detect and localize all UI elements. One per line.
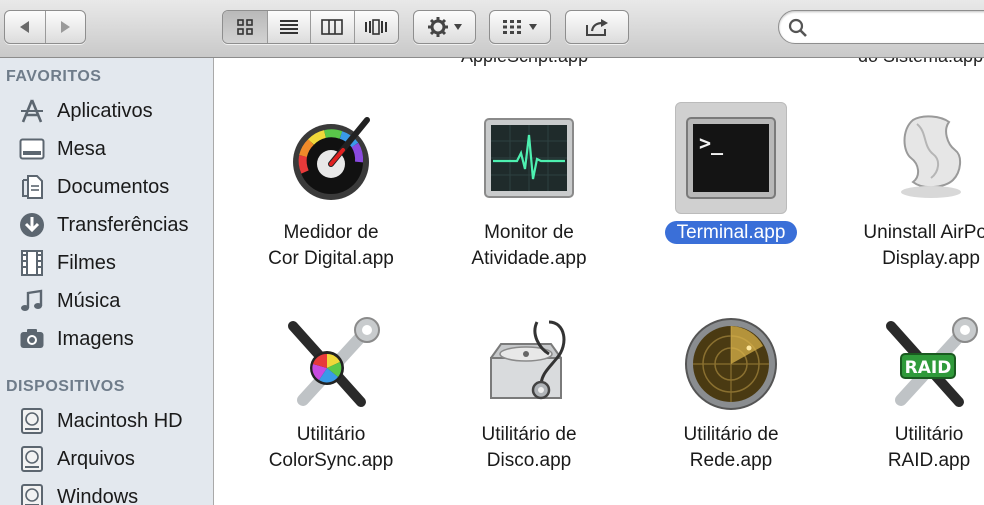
- sidebar-item-label: Imagens: [57, 327, 134, 350]
- file-name: Medidor de: [283, 222, 379, 243]
- column-view-button[interactable]: [311, 11, 355, 43]
- column-view-icon: [321, 19, 344, 35]
- disk-icon: [21, 408, 43, 434]
- icon-view-icon: [236, 19, 253, 35]
- sidebar-item-documents[interactable]: Documentos: [0, 169, 214, 205]
- color-meter-icon: [275, 102, 387, 214]
- network-utility-icon: [675, 308, 787, 420]
- sidebar-item-macintosh-hd[interactable]: Macintosh HD: [0, 403, 214, 439]
- desktop-icon: [19, 138, 45, 160]
- share-button[interactable]: [566, 11, 628, 43]
- sidebar-item-movies[interactable]: Filmes: [0, 245, 214, 281]
- disk-utility-icon: [473, 308, 585, 420]
- file-name: Terminal.app: [641, 220, 821, 246]
- list-view-icon: [279, 20, 298, 34]
- search-field[interactable]: [778, 10, 984, 44]
- sidebar-item-label: Arquivos: [57, 447, 135, 470]
- chevron-down-icon: [529, 24, 537, 30]
- forward-button[interactable]: [46, 11, 86, 43]
- sidebar-item-pictures[interactable]: Imagens: [0, 321, 214, 357]
- sidebar-item-label: Música: [57, 289, 121, 312]
- raid-badge-text: RAID: [905, 358, 952, 378]
- favorites-section-title: FAVORITOS: [6, 68, 102, 85]
- gear-icon: [427, 17, 448, 37]
- raid-utility-icon: RAID: [873, 308, 984, 420]
- search-icon: [788, 18, 807, 37]
- action-menu: [413, 10, 476, 44]
- sidebar-item-label: Windows: [57, 485, 139, 505]
- sidebar-item-label: Filmes: [57, 251, 116, 274]
- file-name: Atividade.app: [471, 248, 587, 269]
- sidebar-item-desktop[interactable]: Mesa: [0, 131, 214, 167]
- arrange-icon: [503, 20, 521, 34]
- disk-icon: [21, 484, 43, 505]
- sidebar-item-music[interactable]: Música: [0, 283, 214, 319]
- file-name: Uninstall AirPort: [863, 222, 984, 243]
- action-button[interactable]: [414, 11, 475, 43]
- share-icon: [586, 19, 608, 36]
- applications-icon: [21, 99, 43, 123]
- list-view-button[interactable]: [268, 11, 311, 43]
- file-name: ColorSync.app: [268, 450, 394, 471]
- file-name: Disco.app: [486, 450, 572, 471]
- forward-icon: [61, 21, 71, 33]
- activity-monitor-icon: [473, 102, 585, 214]
- sidebar-item-windows[interactable]: Windows: [0, 479, 214, 505]
- sidebar-item-label: Macintosh HD: [57, 409, 183, 432]
- file-name: Utilitário de: [683, 424, 779, 445]
- documents-icon: [22, 175, 43, 199]
- music-icon: [21, 289, 43, 311]
- search-input[interactable]: [815, 15, 984, 39]
- sidebar-item-arquivos[interactable]: Arquivos: [0, 441, 214, 477]
- file-name: Display.app: [882, 248, 980, 269]
- back-button[interactable]: [5, 11, 46, 43]
- arrange-button[interactable]: [490, 11, 550, 43]
- sidebar-item-applications[interactable]: Aplicativos: [0, 93, 214, 129]
- cut-off-filename: AppleScript.app: [461, 58, 588, 67]
- file-name: Monitor de: [484, 222, 574, 243]
- icon-view-button[interactable]: [223, 11, 268, 43]
- coverflow-view-icon: [365, 19, 388, 35]
- sidebar-item-label: Transferências: [57, 213, 189, 236]
- terminal-prompt: >_: [699, 131, 724, 155]
- colorsync-icon: [275, 308, 387, 420]
- sidebar: FAVORITOS Aplicativos Mesa Documentos Tr…: [0, 58, 214, 505]
- uninstall-icon: [875, 102, 984, 214]
- movies-icon: [21, 250, 43, 276]
- sidebar-item-downloads[interactable]: Transferências: [0, 207, 214, 243]
- coverflow-view-button[interactable]: [355, 11, 399, 43]
- file-name: Cor Digital.app: [268, 248, 394, 269]
- file-name: Utilitário: [296, 424, 366, 445]
- cut-off-filename: do Sistema.app: [858, 58, 983, 67]
- file-name: Utilitário: [894, 424, 964, 445]
- chevron-down-icon: [453, 24, 462, 30]
- view-switcher: [222, 10, 399, 44]
- nav-buttons: [4, 10, 86, 44]
- arrange-menu: [489, 10, 551, 44]
- disk-icon: [21, 446, 43, 472]
- sidebar-item-label: Aplicativos: [57, 99, 153, 122]
- sidebar-item-label: Documentos: [57, 175, 170, 198]
- devices-section-title: DISPOSITIVOS: [6, 378, 125, 395]
- terminal-icon: >_: [675, 102, 787, 214]
- share-menu: [565, 10, 629, 44]
- downloads-icon: [20, 213, 44, 237]
- file-name: Utilitário de: [481, 424, 577, 445]
- sidebar-item-label: Mesa: [57, 137, 106, 160]
- file-name: RAID.app: [887, 450, 971, 471]
- file-name: Rede.app: [689, 450, 773, 471]
- pictures-icon: [20, 329, 44, 348]
- back-icon: [19, 21, 29, 33]
- toolbar: [0, 0, 984, 58]
- file-grid: AppleScript.app do Sistema.app Med: [215, 58, 984, 505]
